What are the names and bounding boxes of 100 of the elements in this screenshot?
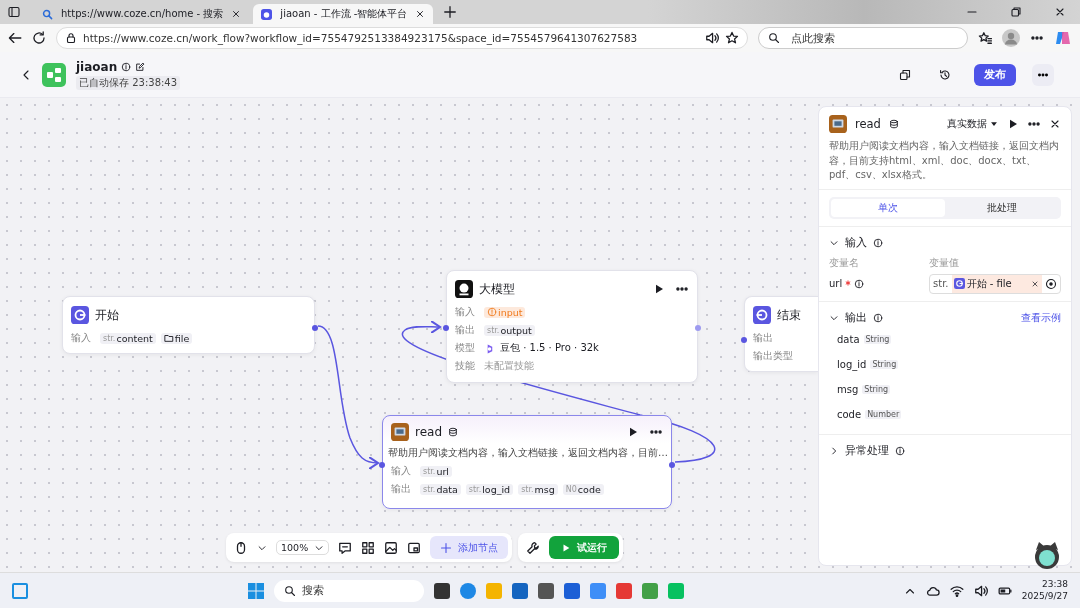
star-icon[interactable] [725,31,739,45]
close-icon[interactable] [231,9,242,19]
section-title: 输入 [845,235,867,250]
port-dot[interactable] [379,462,385,468]
refresh-icon[interactable] [32,31,46,45]
address-bar[interactable]: https://www.coze.cn/work_flow?workflow_id=7554792513384923175&space_id=7554579641307627583 [56,27,748,49]
column-header: 变量值 [929,255,959,270]
info-icon[interactable] [895,445,905,456]
app-icon[interactable] [641,582,658,599]
zoom-dropdown[interactable]: 100% [276,540,330,555]
close-icon[interactable] [415,9,426,19]
lock-icon [65,32,77,44]
history-icon[interactable] [939,68,951,81]
clock-date: 2025/9/27 [1021,590,1068,603]
close-icon[interactable] [1054,6,1066,18]
run-icon[interactable] [1007,118,1019,130]
profile-avatar-icon[interactable] [1002,29,1020,47]
view-example-link[interactable]: 查看示例 [1021,310,1061,325]
row-label: 输出类型 [753,349,793,363]
publish-button[interactable]: 发布 [974,63,1016,86]
favorites-icon[interactable] [978,31,992,45]
target-icon[interactable] [1045,277,1057,290]
search-icon [283,584,296,597]
store-icon[interactable] [511,582,528,599]
search-icon [768,32,780,44]
tab-actions-icon[interactable] [8,6,20,18]
search-field[interactable]: 点此搜索 [758,27,968,49]
start-node-icon [71,306,89,324]
add-node-button[interactable]: 添加节点 [430,536,509,559]
mode-tab[interactable]: 单次 [831,198,945,217]
office-icon[interactable] [615,582,632,599]
model-node-icon [455,280,473,298]
new-tab-icon[interactable] [443,5,458,19]
app-icon[interactable] [563,582,580,599]
param-name: url [829,278,843,289]
port-dot[interactable] [741,337,747,343]
workflow-node[interactable]: 大模型 输入 input 输出 str.output 模型 豆包 · 1.5 · Pro · 32k 技能 未配置技能 [446,270,698,383]
type-tag: Number [865,409,902,419]
variable-tag: input [484,306,526,318]
info-icon[interactable] [873,312,883,323]
info-icon[interactable] [121,61,132,72]
comment-icon[interactable] [338,540,353,555]
task-view-icon[interactable] [433,582,450,599]
cube-icon[interactable] [537,582,554,599]
copilot-icon[interactable] [1054,29,1072,47]
wifi-icon[interactable] [949,583,964,598]
taskbar-search-field[interactable]: 搜索 [273,579,424,602]
app-icon[interactable] [589,582,606,599]
back-arrow-icon[interactable] [8,31,22,45]
port-dot[interactable] [669,462,675,468]
data-source-dropdown[interactable]: 真实数据 [947,117,999,131]
clock-time: 23:38 [1042,578,1068,591]
close-icon[interactable] [1049,118,1061,130]
port-dot[interactable] [695,325,701,331]
info-icon[interactable] [873,237,883,248]
workflow-node[interactable]: 结束 输出 输出类型 [744,296,818,372]
output-name: log_id [837,358,867,370]
run-icon[interactable] [653,283,665,295]
chevron-icon[interactable] [829,445,839,456]
node-title: 开始 [95,306,119,324]
browser-tab[interactable]: https://www.coze.cn/home - 搜索 [34,4,250,24]
node-title: read [415,425,443,439]
workflow-node[interactable]: read 帮助用户阅读文档内容，输入文档链接，返回文档内容，目前… 输入 str.url 输出 str.data str.log_id str.msg N0code [382,415,672,509]
type-tag: String [870,359,899,369]
variable-reference-field[interactable]: str. 开始 - file [929,273,1061,294]
variable-tag: N0code [562,483,604,495]
output-name: data [837,333,860,345]
cat-mascot-icon[interactable] [1032,540,1062,570]
restore-icon[interactable] [1010,6,1022,18]
warning-icon [487,307,497,317]
column-header: 变量名 [829,256,859,268]
image-icon[interactable] [384,540,399,555]
minimap-icon[interactable] [407,540,422,555]
database-icon [448,427,459,437]
panel-title: read [855,117,881,131]
widgets-icon[interactable] [12,582,28,599]
autosave-label: 已自动保存 23:38:43 [76,75,181,90]
end-node-icon [753,306,771,324]
info-icon[interactable] [854,278,865,289]
wrench-icon[interactable] [526,540,541,555]
section-title: 输出 [845,310,867,325]
clear-icon[interactable] [1031,279,1039,288]
folder-icon [163,333,174,343]
more-button[interactable] [1032,63,1054,86]
start-node-icon [953,278,965,289]
workflow-node[interactable]: 开始 输入 str.content file [62,296,315,354]
browser-icon[interactable] [459,582,476,599]
mode-tab[interactable]: 批处理 [945,198,1059,217]
browser-tab[interactable]: jiaoan - 工作流 -智能体平台 [253,4,434,24]
read-aloud-icon[interactable] [705,31,719,45]
run-icon[interactable] [627,426,639,438]
plus-icon [440,541,453,554]
copy-icon[interactable] [899,68,911,81]
mouse-icon[interactable] [234,540,248,555]
windows-start-icon[interactable] [247,582,264,599]
speaker-icon[interactable] [973,583,988,598]
port-dot[interactable] [443,325,449,331]
port-dot[interactable] [312,325,318,331]
grid-icon[interactable] [361,540,376,555]
edit-icon[interactable] [135,61,146,72]
